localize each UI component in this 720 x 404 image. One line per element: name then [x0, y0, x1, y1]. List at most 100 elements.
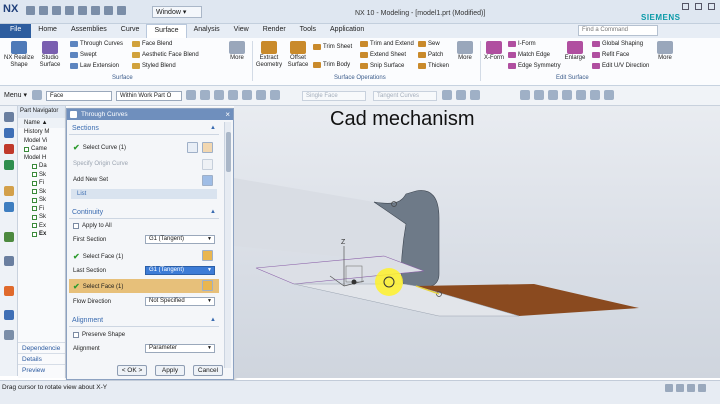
graphics-window[interactable]: Z	[234, 106, 720, 378]
trim-extend-button[interactable]: Trim and Extend	[360, 41, 414, 47]
tree-item[interactable]: Sk	[18, 213, 65, 222]
status-icon[interactable]	[687, 384, 695, 392]
styled-blend-button[interactable]: Styled Blend	[132, 63, 176, 69]
select-options-icon[interactable]	[186, 90, 196, 100]
studio-surface-button[interactable]: Studio Surface	[37, 41, 63, 69]
ok-button[interactable]: < OK >	[117, 365, 147, 376]
face-blend-button[interactable]: Face Blend	[132, 41, 172, 47]
checkbox-icon[interactable]	[32, 214, 37, 220]
menu-button[interactable]: Menu ▾	[4, 91, 27, 99]
touch-icon[interactable]	[117, 6, 126, 15]
cancel-button[interactable]: Cancel	[193, 365, 223, 376]
close-icon[interactable]: ×	[225, 110, 230, 119]
roles-icon[interactable]	[4, 310, 14, 320]
maximize-icon[interactable]	[695, 3, 702, 10]
section-header-alignment[interactable]: Alignment ▲	[69, 316, 219, 327]
snap-point-icon[interactable]	[604, 90, 614, 100]
dependencies-panel[interactable]: Dependencie	[18, 342, 65, 353]
status-icon[interactable]	[698, 384, 706, 392]
snap-intersection-icon[interactable]	[562, 90, 572, 100]
point-icon[interactable]	[256, 90, 266, 100]
more-operations-button[interactable]: More	[454, 41, 476, 62]
tree-item[interactable]: Model H	[18, 154, 65, 163]
snap-endpoint-icon[interactable]	[520, 90, 530, 100]
part-navigator-icon[interactable]	[4, 112, 14, 122]
checkbox-icon[interactable]	[32, 223, 37, 229]
constraint-navigator-icon[interactable]	[4, 144, 14, 154]
reuse-library-icon[interactable]	[4, 160, 14, 170]
select-face-first-row[interactable]: ✔ Select Face (1)	[73, 252, 123, 261]
select-all-icon[interactable]	[200, 90, 210, 100]
enlarge-button[interactable]: Enlarge	[562, 41, 588, 62]
copy-icon[interactable]	[78, 6, 87, 15]
tab-render[interactable]: Render	[256, 24, 293, 38]
trim-sheet-button[interactable]: Trim Sheet	[313, 44, 352, 50]
assembly-navigator-icon[interactable]	[4, 128, 14, 138]
sew-button[interactable]: Sew	[418, 41, 440, 47]
tree-item[interactable]: Model Vi	[18, 137, 65, 146]
window-menu[interactable]: Window ▾	[152, 6, 202, 18]
snap-control-icon[interactable]	[548, 90, 558, 100]
checkbox-icon[interactable]	[73, 332, 79, 338]
tree-item[interactable]: Fi	[18, 205, 65, 214]
minimize-icon[interactable]	[682, 3, 689, 10]
tab-analysis[interactable]: Analysis	[187, 24, 227, 38]
add-new-set-icon[interactable]	[202, 175, 213, 186]
tree-item[interactable]: Sk	[18, 188, 65, 197]
follow-fillet-icon[interactable]	[456, 90, 466, 100]
selection-mode-icon[interactable]	[242, 90, 252, 100]
tree-item[interactable]: Sk	[18, 171, 65, 180]
cut-icon[interactable]	[65, 6, 74, 15]
undo-icon[interactable]	[39, 6, 48, 15]
list-toggle[interactable]: List	[71, 189, 217, 199]
status-icon[interactable]	[676, 384, 684, 392]
law-extension-button[interactable]: Law Extension	[70, 63, 119, 69]
last-section-select[interactable]: G1 (Tangent) ▼	[145, 266, 215, 275]
tab-home[interactable]: Home	[31, 24, 64, 38]
more-edit-button[interactable]: More	[654, 41, 676, 62]
stop-at-intersection-icon[interactable]	[442, 90, 452, 100]
extract-geometry-button[interactable]: Extract Geometry	[254, 41, 284, 69]
apply-to-all-checkbox[interactable]: Apply to All	[73, 223, 112, 229]
repeat-icon[interactable]	[104, 6, 113, 15]
nx-realize-shape-button[interactable]: NX Realize Shape	[3, 41, 35, 69]
checkbox-icon[interactable]	[24, 146, 29, 152]
specify-origin-curve-row[interactable]: Specify Origin Curve	[73, 161, 128, 167]
edit-uv-direction-button[interactable]: Edit U/V Direction	[592, 63, 649, 69]
trim-body-button[interactable]: Trim Body	[313, 62, 350, 68]
through-curves-button[interactable]: Through Curves	[70, 41, 123, 47]
alignment-select[interactable]: Parameter ▼	[145, 344, 215, 353]
checkbox-icon[interactable]	[32, 163, 37, 169]
tree-item[interactable]: Ex	[18, 230, 65, 239]
process-studio-icon[interactable]	[4, 286, 14, 296]
model-view[interactable]: Z	[234, 106, 720, 378]
tree-item[interactable]: Ex	[18, 222, 65, 231]
curve-rule-icon[interactable]	[270, 90, 280, 100]
type-filter-select[interactable]: Face	[46, 91, 112, 101]
tree-item[interactable]: Came	[18, 145, 65, 154]
checkbox-icon[interactable]	[32, 206, 37, 212]
aesthetic-face-blend-button[interactable]: Aesthetic Face Blend	[132, 52, 199, 58]
x-form-button[interactable]: X-Form	[482, 41, 506, 62]
select-face-last-row[interactable]: ✔ Select Face (1)	[73, 282, 123, 291]
reverse-direction-icon[interactable]	[187, 142, 198, 153]
scope-select[interactable]: Within Work Part O	[116, 91, 182, 101]
tab-assemblies[interactable]: Assemblies	[64, 24, 114, 38]
checkbox-icon[interactable]	[73, 223, 79, 229]
swept-button[interactable]: Swept	[70, 52, 97, 58]
curve-rule-select[interactable]: Tangent Curves	[373, 91, 437, 101]
tab-curve[interactable]: Curve	[114, 24, 147, 38]
dialog-scrollbar[interactable]	[224, 122, 231, 368]
section-header-continuity[interactable]: Continuity ▲	[69, 208, 219, 219]
checkbox-icon[interactable]	[32, 172, 37, 178]
details-panel[interactable]: Details	[18, 353, 65, 364]
select-curve-row[interactable]: ✔ Select Curve (1)	[73, 143, 126, 152]
snap-center-icon[interactable]	[576, 90, 586, 100]
web-browser-icon[interactable]	[4, 202, 14, 212]
preview-panel[interactable]: Preview	[18, 364, 65, 375]
deselect-icon[interactable]	[214, 90, 224, 100]
tab-file[interactable]: File	[0, 24, 32, 38]
chain-icon[interactable]	[470, 90, 480, 100]
match-edge-button[interactable]: Match Edge	[508, 52, 550, 58]
apply-button[interactable]: Apply	[155, 365, 185, 376]
